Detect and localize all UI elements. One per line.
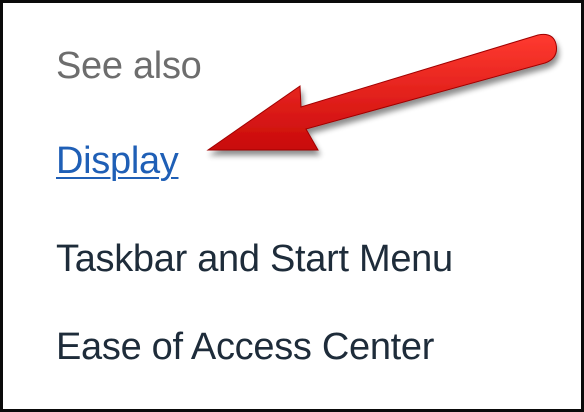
- see-also-panel: See also Display Taskbar and Start Menu …: [0, 0, 584, 412]
- ease-of-access-center-link[interactable]: Ease of Access Center: [56, 324, 434, 370]
- display-link[interactable]: Display: [56, 138, 179, 184]
- see-also-heading: See also: [56, 45, 202, 87]
- taskbar-and-start-menu-link[interactable]: Taskbar and Start Menu: [56, 236, 453, 282]
